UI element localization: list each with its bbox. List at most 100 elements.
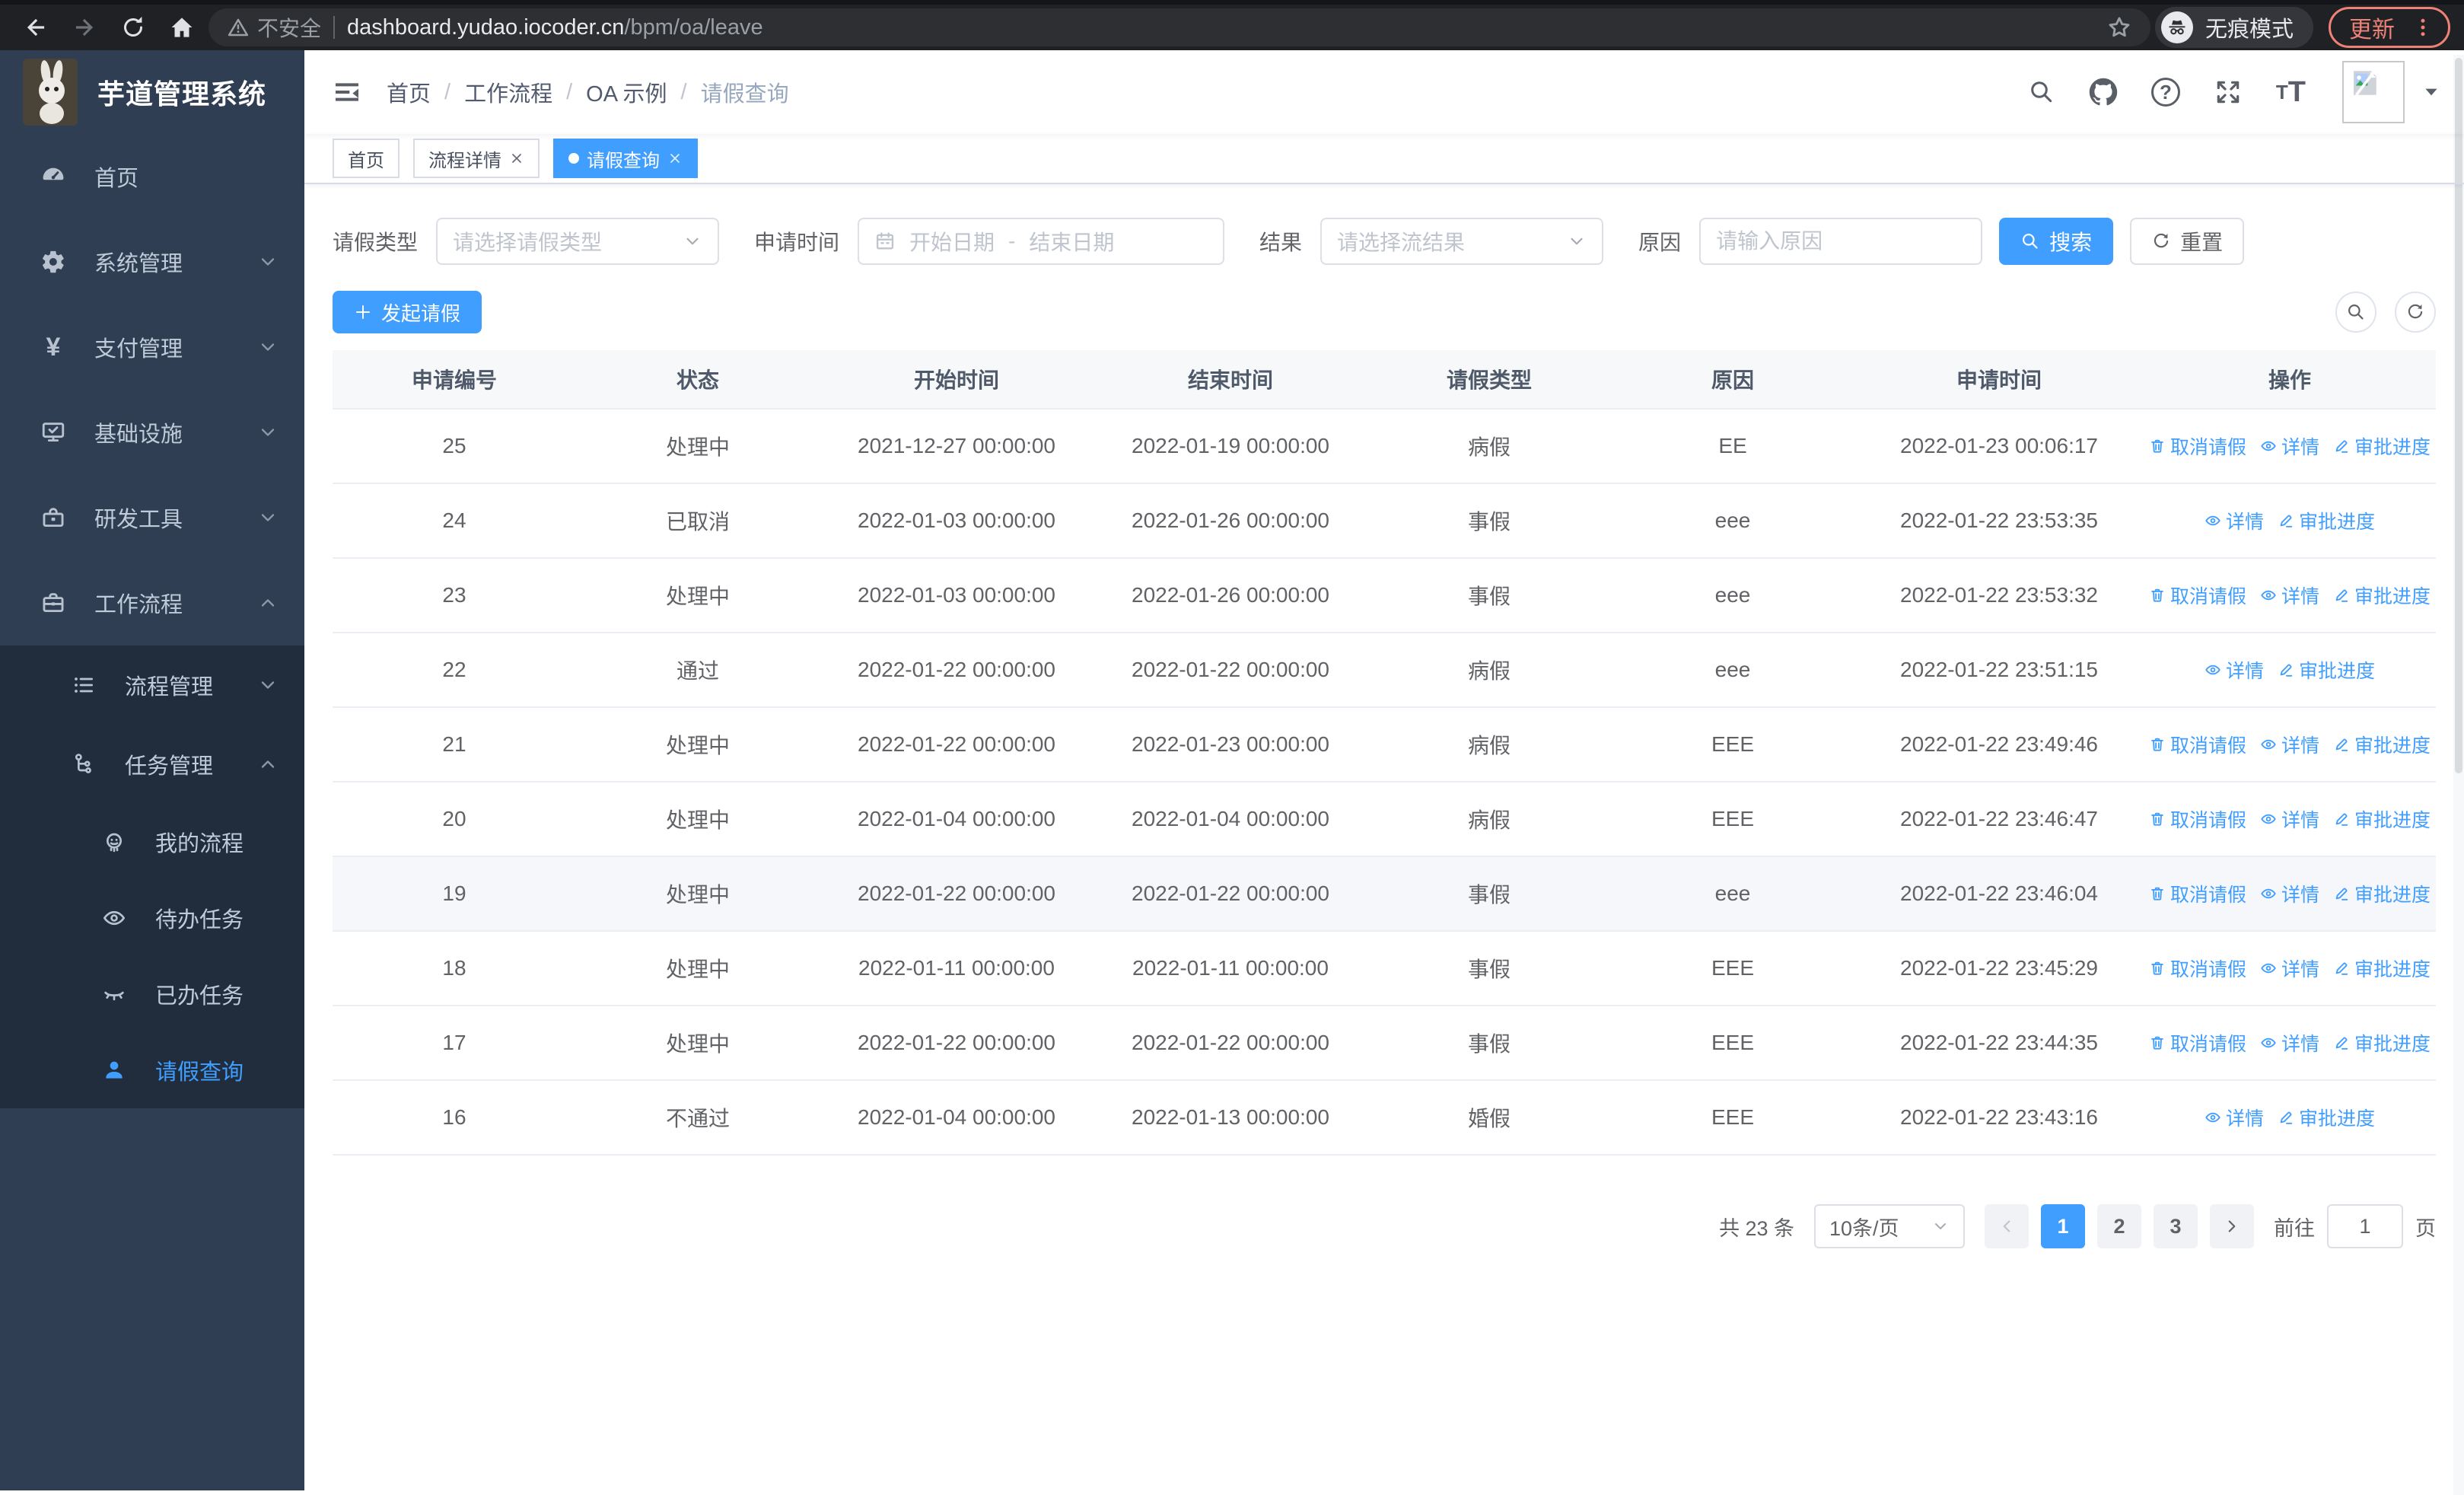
- breadcrumb-oa[interactable]: OA 示例: [586, 76, 667, 108]
- workflow-submenu: 流程管理 任务管理 我的流程 待办任务 已办任务 请假查询: [0, 645, 304, 1108]
- detail-link[interactable]: 详情: [2260, 731, 2319, 758]
- approval-progress-link[interactable]: 审批进度: [2278, 656, 2375, 684]
- filter-form: 请假类型 请选择请假类型 申请时间 开始日期 - 结束日期 结果 请选择流结果: [333, 218, 2436, 265]
- cancel-leave-link[interactable]: 取消请假: [2149, 955, 2246, 982]
- browser-home-button[interactable]: [160, 5, 204, 49]
- monitor-icon: [40, 419, 67, 446]
- approval-progress-link[interactable]: 审批进度: [2333, 805, 2431, 833]
- page-button-2[interactable]: 2: [2097, 1204, 2141, 1248]
- reset-button[interactable]: 重置: [2130, 218, 2245, 265]
- org-icon: [70, 751, 97, 778]
- header-search-button[interactable]: [2028, 78, 2055, 106]
- tag-leave-query[interactable]: 请假查询: [553, 139, 698, 178]
- page-size-select[interactable]: 10条/页: [1814, 1204, 1965, 1248]
- approval-progress-link[interactable]: 审批进度: [2333, 432, 2431, 460]
- approval-progress-link[interactable]: 审批进度: [2333, 955, 2431, 982]
- detail-link[interactable]: 详情: [2260, 432, 2319, 460]
- create-leave-button[interactable]: 发起请假: [333, 291, 482, 333]
- refresh-table-button[interactable]: [2395, 292, 2436, 333]
- address-bar[interactable]: 不安全 dashboard.yudao.iocoder.cn/bpm/oa/le…: [209, 8, 2150, 46]
- toggle-search-button[interactable]: [2335, 292, 2376, 333]
- cancel-leave-link[interactable]: 取消请假: [2149, 432, 2246, 460]
- sidebar-item-process-mgmt[interactable]: 流程管理: [0, 645, 304, 725]
- sidebar-item-leave-query[interactable]: 请假查询: [0, 1032, 304, 1108]
- close-icon[interactable]: [509, 151, 524, 166]
- eye-icon: [2260, 1034, 2277, 1051]
- fullscreen-icon: [2214, 78, 2243, 107]
- browser-forward-button[interactable]: [62, 5, 107, 49]
- sidebar: 芋道管理系统 首页 系统管理 ¥ 支付管理 基础设施 研发工具 工作流程 流程管…: [0, 50, 304, 1490]
- goto-page-input[interactable]: [2327, 1204, 2403, 1248]
- total-count: 共 23 条: [1718, 1216, 1794, 1240]
- detail-link[interactable]: 详情: [2205, 507, 2264, 534]
- approval-progress-link[interactable]: 审批进度: [2278, 507, 2375, 534]
- browser-back-button[interactable]: [14, 5, 58, 49]
- approval-progress-link[interactable]: 审批进度: [2278, 1104, 2375, 1131]
- sidebar-item-payment[interactable]: ¥ 支付管理: [0, 304, 304, 390]
- user-avatar[interactable]: [2342, 61, 2405, 123]
- github-link[interactable]: [2089, 78, 2118, 107]
- detail-link[interactable]: 详情: [2260, 1029, 2319, 1057]
- page-button-3[interactable]: 3: [2154, 1204, 2198, 1248]
- avatar-dropdown-button[interactable]: [2421, 82, 2441, 102]
- search-button[interactable]: 搜索: [1999, 218, 2114, 265]
- leave-type-select[interactable]: 请选择请假类型: [436, 218, 720, 265]
- pen-icon: [2333, 885, 2350, 902]
- sidebar-collapse-button[interactable]: [332, 77, 362, 107]
- font-size-button[interactable]: TT: [2276, 76, 2306, 109]
- detail-link[interactable]: 详情: [2260, 880, 2319, 907]
- leave-type-label: 请假类型: [333, 231, 419, 254]
- pen-icon: [2333, 438, 2350, 454]
- apply-time-range-picker[interactable]: 开始日期 - 结束日期: [858, 218, 1225, 265]
- table-row: 24 已取消 2022-01-03 00:00:00 2022-01-26 00:0…: [333, 484, 2436, 559]
- detail-link[interactable]: 详情: [2205, 1104, 2264, 1131]
- prev-page-button[interactable]: [1985, 1204, 2029, 1248]
- breadcrumb-current: 请假查询: [700, 82, 789, 107]
- sidebar-item-home[interactable]: 首页: [0, 134, 304, 219]
- trash-icon: [2149, 438, 2166, 454]
- sidebar-item-my-process[interactable]: 我的流程: [0, 804, 304, 880]
- browser-update-menu[interactable]: 更新: [2329, 7, 2450, 48]
- sidebar-item-todo-tasks[interactable]: 待办任务: [0, 880, 304, 956]
- pen-icon: [2278, 661, 2294, 678]
- sidebar-item-done-tasks[interactable]: 已办任务: [0, 956, 304, 1032]
- detail-link[interactable]: 详情: [2260, 582, 2319, 609]
- close-icon[interactable]: [667, 151, 683, 166]
- briefcase-icon: [40, 589, 67, 617]
- next-page-button[interactable]: [2210, 1204, 2254, 1248]
- approval-progress-link[interactable]: 审批进度: [2333, 1029, 2431, 1057]
- sidebar-item-task-mgmt[interactable]: 任务管理: [0, 725, 304, 804]
- detail-link[interactable]: 详情: [2260, 955, 2319, 982]
- breadcrumb-workflow[interactable]: 工作流程: [464, 76, 552, 108]
- tag-home[interactable]: 首页: [333, 139, 400, 178]
- reload-icon: [119, 14, 147, 41]
- browser-reload-button[interactable]: [111, 5, 155, 49]
- approval-progress-link[interactable]: 审批进度: [2333, 880, 2431, 907]
- sidebar-item-workflow[interactable]: 工作流程: [0, 560, 304, 645]
- page-button-1[interactable]: 1: [2041, 1204, 2085, 1248]
- breadcrumb-home[interactable]: 首页: [387, 76, 431, 108]
- cancel-leave-link[interactable]: 取消请假: [2149, 731, 2246, 758]
- cancel-leave-link[interactable]: 取消请假: [2149, 582, 2246, 609]
- approval-progress-link[interactable]: 审批进度: [2333, 582, 2431, 609]
- kebab-menu-icon[interactable]: [2411, 16, 2434, 39]
- fullscreen-button[interactable]: [2214, 78, 2243, 107]
- sidebar-item-system[interactable]: 系统管理: [0, 219, 304, 304]
- help-button[interactable]: ?: [2150, 78, 2180, 107]
- sidebar-item-infra[interactable]: 基础设施: [0, 390, 304, 475]
- cancel-leave-link[interactable]: 取消请假: [2149, 880, 2246, 907]
- detail-link[interactable]: 详情: [2260, 805, 2319, 833]
- page-scrollbar[interactable]: [2453, 55, 2464, 1495]
- incognito-label: 无痕模式: [2205, 18, 2294, 42]
- tag-process-detail[interactable]: 流程详情: [413, 139, 540, 178]
- bookmark-star-button[interactable]: [2106, 14, 2132, 40]
- security-indicator[interactable]: 不安全: [227, 12, 321, 43]
- result-select[interactable]: 请选择流结果: [1320, 218, 1604, 265]
- approval-progress-link[interactable]: 审批进度: [2333, 731, 2431, 758]
- sidebar-item-devtools[interactable]: 研发工具: [0, 475, 304, 560]
- reason-input[interactable]: [1716, 229, 1966, 253]
- detail-link[interactable]: 详情: [2205, 656, 2264, 684]
- cancel-leave-link[interactable]: 取消请假: [2149, 1029, 2246, 1057]
- app-logo[interactable]: 芋道管理系统: [0, 50, 304, 134]
- cancel-leave-link[interactable]: 取消请假: [2149, 805, 2246, 833]
